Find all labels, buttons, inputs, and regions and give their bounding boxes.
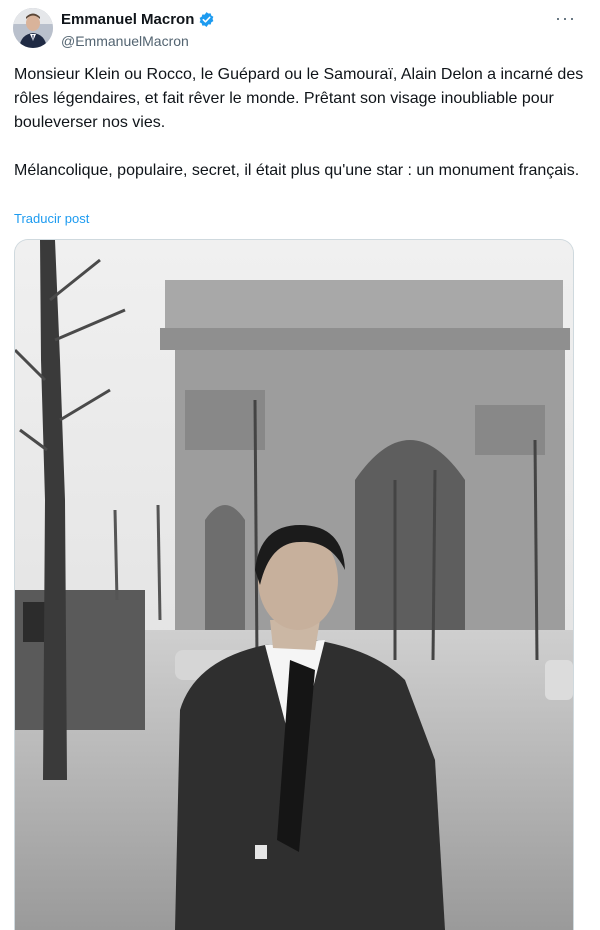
more-options-icon[interactable]: ···	[555, 8, 576, 29]
translate-post-link[interactable]: Traducir post	[14, 211, 89, 226]
author-handle[interactable]: @EmmanuelMacron	[61, 33, 189, 49]
tweet-photo[interactable]	[14, 239, 574, 930]
author-name-row[interactable]: Emmanuel Macron	[61, 11, 215, 28]
tweet-text: Monsieur Klein ou Rocco, le Guépard ou l…	[14, 66, 584, 179]
verified-badge-icon	[198, 11, 215, 28]
avatar[interactable]	[13, 8, 53, 48]
photo-illustration	[15, 240, 573, 930]
author-name[interactable]: Emmanuel Macron	[61, 11, 194, 28]
